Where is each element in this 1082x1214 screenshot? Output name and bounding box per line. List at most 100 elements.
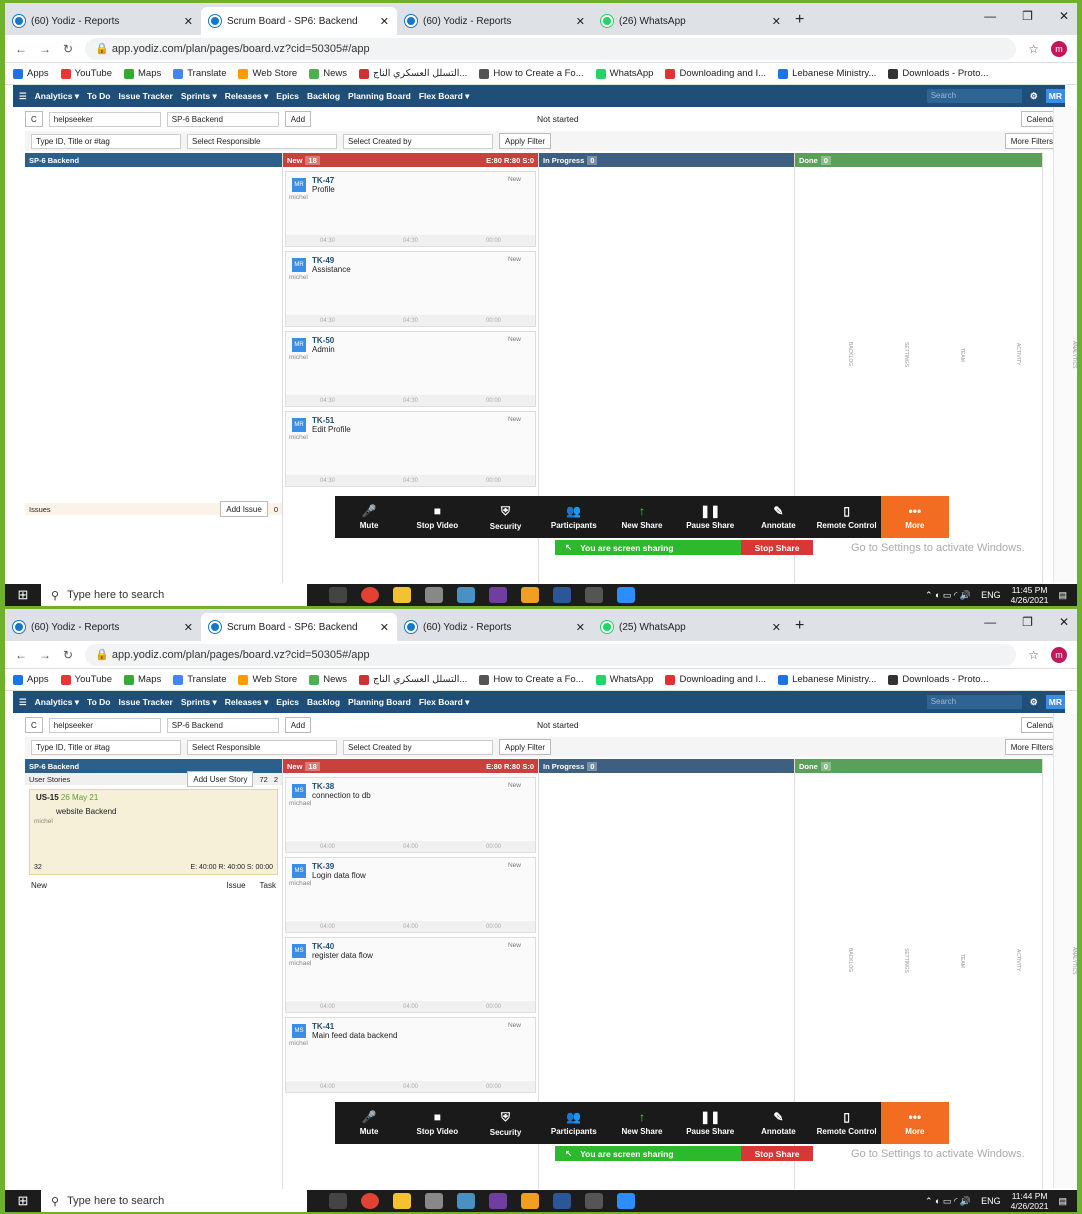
stop-share-button[interactable]: Stop Share xyxy=(741,540,813,555)
rail-item[interactable]: SETTINGS xyxy=(903,342,909,367)
zoom-security-button[interactable]: ⛨ Security xyxy=(471,504,539,531)
rail-item[interactable]: ACTIVITY xyxy=(1015,949,1021,972)
reload-icon[interactable]: ↻ xyxy=(63,42,73,56)
sublime-icon[interactable] xyxy=(521,1193,539,1209)
bookmark-item[interactable]: How to Create a Fo... xyxy=(479,68,584,79)
zoom-new-share-button[interactable]: ↑ New Share xyxy=(608,504,676,530)
task-card[interactable]: MS TK-41 Main feed data backend michel New 04… xyxy=(285,1017,536,1093)
bookmark-item[interactable]: News xyxy=(309,674,347,685)
add-task-link[interactable]: Task xyxy=(260,881,276,890)
zoom-remote-control-button[interactable]: ▯ Remote Control xyxy=(813,1110,881,1136)
star-icon[interactable]: ☆ xyxy=(1028,648,1039,662)
url-field[interactable]: 🔒 app.yodiz.com/plan/pages/board.vz?cid=… xyxy=(85,643,1017,666)
tray-icons[interactable]: ⌃ ◐ ▭ ◜ 🔊 xyxy=(925,590,971,601)
id-filter-input[interactable]: Type ID, Title or #tag xyxy=(31,739,181,755)
zoom-participants-button[interactable]: 👥 Participants xyxy=(540,504,608,530)
settings-icon[interactable] xyxy=(425,587,443,603)
close-icon[interactable]: ✕ xyxy=(380,621,389,634)
nav-item[interactable]: Planning Board xyxy=(348,91,411,102)
add-issue-link[interactable]: Issue xyxy=(226,881,245,890)
state-select[interactable]: New xyxy=(31,881,47,890)
nav-item[interactable]: Analytics ▾ xyxy=(35,91,79,102)
nav-item[interactable]: Flex Board ▾ xyxy=(419,91,470,102)
minimize-icon[interactable]: — xyxy=(984,615,996,629)
nav-item[interactable]: Issue Tracker xyxy=(119,91,173,102)
nav-item[interactable]: Issue Tracker xyxy=(119,697,173,708)
sprint-select[interactable]: SP-6 Backend xyxy=(166,111,279,127)
app-icon[interactable] xyxy=(457,587,475,603)
browser-tab[interactable]: (60) Yodiz - Reports ✕ xyxy=(397,7,593,35)
terminal-icon[interactable] xyxy=(585,1193,603,1209)
zoom-participants-button[interactable]: 👥 Participants xyxy=(540,1110,608,1136)
file-explorer-icon[interactable] xyxy=(393,587,411,603)
bookmark-item[interactable]: YouTube xyxy=(60,68,112,79)
menu-icon[interactable]: ☰ xyxy=(19,91,27,102)
taskbar-search[interactable]: ⚲ Type here to search xyxy=(41,1190,307,1212)
zoom-stop-video-button[interactable]: ■ Stop Video xyxy=(403,1110,471,1136)
zoom-annotate-button[interactable]: ✎ Annotate xyxy=(744,504,812,530)
task-id[interactable]: TK-39 xyxy=(312,862,334,871)
bookmark-item[interactable]: Apps xyxy=(13,68,49,79)
tray-icons[interactable]: ⌃ ◐ ▭ ◜ 🔊 xyxy=(925,1196,971,1207)
nav-item[interactable]: Sprints ▾ xyxy=(181,91,217,102)
zoom-annotate-button[interactable]: ✎ Annotate xyxy=(744,1110,812,1136)
bookmark-item[interactable]: Downloading and I... xyxy=(665,674,766,685)
bookmark-item[interactable]: Downloads - Proto... xyxy=(888,68,988,79)
maximize-icon[interactable]: ❐ xyxy=(1022,615,1033,629)
rail-item[interactable]: BACKLOG xyxy=(847,342,853,366)
browser-tab-active[interactable]: Scrum Board - SP6: Backend ✕ xyxy=(201,613,397,641)
bookmark-item[interactable]: WhatsApp xyxy=(595,674,653,685)
bookmark-item[interactable]: Lebanese Ministry... xyxy=(778,674,876,685)
apply-filter-button[interactable]: Apply Filter xyxy=(499,133,552,149)
project-select[interactable]: helpseeker xyxy=(48,717,161,733)
task-card[interactable]: MS TK-39 Login data flow michael New 04:00 04:… xyxy=(285,857,536,933)
word-icon[interactable] xyxy=(553,587,571,603)
sublime-icon[interactable] xyxy=(521,587,539,603)
close-icon[interactable]: ✕ xyxy=(772,621,781,634)
task-card[interactable]: MR TK-51 Edit Profile michel New 04:30 04:30 00… xyxy=(285,411,536,487)
story-id[interactable]: US-15 xyxy=(36,793,61,802)
nav-item[interactable]: Releases ▾ xyxy=(225,91,269,102)
settings-icon[interactable]: ⚙ xyxy=(1030,697,1038,708)
search-input[interactable]: Search xyxy=(926,89,1022,103)
add-issue-button[interactable]: Add Issue xyxy=(220,501,268,517)
bookmark-item[interactable]: YouTube xyxy=(60,674,112,685)
nav-item[interactable]: Backlog xyxy=(307,697,340,708)
browser-tab[interactable]: (60) Yodiz - Reports ✕ xyxy=(5,7,201,35)
word-icon[interactable] xyxy=(553,1193,571,1209)
zoom-security-button[interactable]: ⛨ Security xyxy=(471,1110,539,1137)
file-explorer-icon[interactable] xyxy=(393,1193,411,1209)
nav-item[interactable]: Planning Board xyxy=(348,697,411,708)
rail-item[interactable]: ANALYTICS xyxy=(1071,341,1077,368)
zoom-more-button[interactable]: ••• More xyxy=(880,496,949,538)
zoom-icon[interactable] xyxy=(617,1193,635,1209)
bookmark-item[interactable]: التسلل العسكري الناج... xyxy=(358,674,467,685)
task-card[interactable]: MS TK-40 register data flow michael New 04:00… xyxy=(285,937,536,1013)
close-icon[interactable]: ✕ xyxy=(576,15,585,28)
zoom-pause-share-button[interactable]: ❚❚ Pause Share xyxy=(676,504,744,530)
bookmark-item[interactable]: Lebanese Ministry... xyxy=(778,68,876,79)
task-id[interactable]: TK-49 xyxy=(312,256,334,265)
nav-item[interactable]: Analytics ▾ xyxy=(35,697,79,708)
zoom-mute-button[interactable]: 🎤 Mute xyxy=(335,1110,403,1136)
nav-item[interactable]: Sprints ▾ xyxy=(181,697,217,708)
rail-item[interactable]: ANALYTICS xyxy=(1071,947,1077,974)
nav-item[interactable]: Releases ▾ xyxy=(225,697,269,708)
minimize-icon[interactable]: — xyxy=(984,9,996,23)
zoom-mute-button[interactable]: 🎤 Mute xyxy=(335,504,403,530)
bookmark-item[interactable]: How to Create a Fo... xyxy=(479,674,584,685)
rail-item[interactable]: TEAM xyxy=(959,954,965,968)
avatar[interactable]: MR xyxy=(1045,89,1065,103)
windows-start-icon[interactable]: ⊞ xyxy=(5,587,41,603)
bookmark-item[interactable]: Apps xyxy=(13,674,49,685)
zoom-remote-control-button[interactable]: ▯ Remote Control xyxy=(813,504,881,530)
search-input[interactable]: Search xyxy=(926,695,1022,709)
taskbar-search[interactable]: ⚲ Type here to search xyxy=(41,584,307,606)
task-id[interactable]: TK-51 xyxy=(312,416,334,425)
app-icon[interactable] xyxy=(489,587,507,603)
responsible-select[interactable]: Select Responsible xyxy=(187,133,337,149)
settings-icon[interactable]: ⚙ xyxy=(1030,91,1038,102)
zoom-icon[interactable] xyxy=(617,587,635,603)
reload-icon[interactable]: C xyxy=(25,111,43,127)
back-icon[interactable]: ← xyxy=(15,42,27,56)
